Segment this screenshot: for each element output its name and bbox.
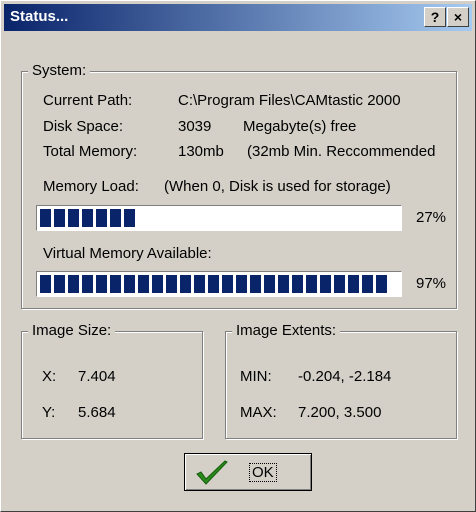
image-size-x-label: X: bbox=[42, 368, 57, 385]
total-memory-value: 130mb bbox=[178, 143, 224, 160]
disk-space-value: 3039 bbox=[178, 118, 212, 135]
virtual-memory-percent: 97% bbox=[416, 275, 447, 292]
disk-space-label: Disk Space: bbox=[43, 118, 124, 135]
current-path-value: C:\Program Files\CAMtastic 2000 bbox=[178, 92, 401, 109]
extents-min-label: MIN: bbox=[240, 368, 272, 385]
total-memory-note: (32mb Min. Reccommended bbox=[247, 143, 436, 160]
memory-load-percent: 27% bbox=[416, 209, 447, 226]
memory-load-note: (When 0, Disk is used for storage) bbox=[164, 178, 391, 195]
extents-max-value: 7.200, 3.500 bbox=[298, 404, 382, 421]
image-size-x-value: 7.404 bbox=[78, 368, 116, 385]
memory-load-fill bbox=[40, 209, 137, 227]
system-legend: System: bbox=[28, 62, 91, 79]
extents-min-value: -0.204, -2.184 bbox=[298, 368, 392, 385]
close-button[interactable]: × bbox=[447, 7, 469, 27]
status-dialog: Status... ? × System: Current Path: C:\P… bbox=[0, 0, 476, 512]
image-extents-group: Image Extents: MIN: -0.204, -2.184 MAX: … bbox=[225, 322, 457, 439]
virtual-memory-bar bbox=[36, 271, 402, 297]
current-path-label: Current Path: bbox=[43, 92, 133, 109]
virtual-memory-label: Virtual Memory Available: bbox=[43, 245, 212, 262]
disk-space-unit: Megabyte(s) free bbox=[243, 118, 357, 135]
total-memory-label: Total Memory: bbox=[43, 143, 138, 160]
image-size-y-value: 5.684 bbox=[78, 404, 116, 421]
image-extents-legend: Image Extents: bbox=[232, 322, 341, 339]
memory-load-bar bbox=[36, 205, 402, 231]
help-button[interactable]: ? bbox=[424, 7, 446, 27]
image-size-legend: Image Size: bbox=[28, 322, 116, 339]
ok-button[interactable]: OK bbox=[184, 453, 312, 491]
memory-load-label: Memory Load: bbox=[43, 178, 139, 195]
image-size-group: Image Size: X: 7.404 Y: 5.684 bbox=[21, 322, 203, 439]
extents-max-label: MAX: bbox=[240, 404, 277, 421]
image-size-y-label: Y: bbox=[42, 404, 56, 421]
window-title: Status... bbox=[10, 8, 69, 25]
system-group: System: Current Path: C:\Program Files\C… bbox=[21, 62, 457, 309]
virtual-memory-fill bbox=[40, 275, 388, 293]
ok-button-label: OK bbox=[249, 463, 277, 482]
title-bar[interactable]: Status... ? × bbox=[4, 4, 472, 31]
check-icon bbox=[195, 460, 229, 491]
